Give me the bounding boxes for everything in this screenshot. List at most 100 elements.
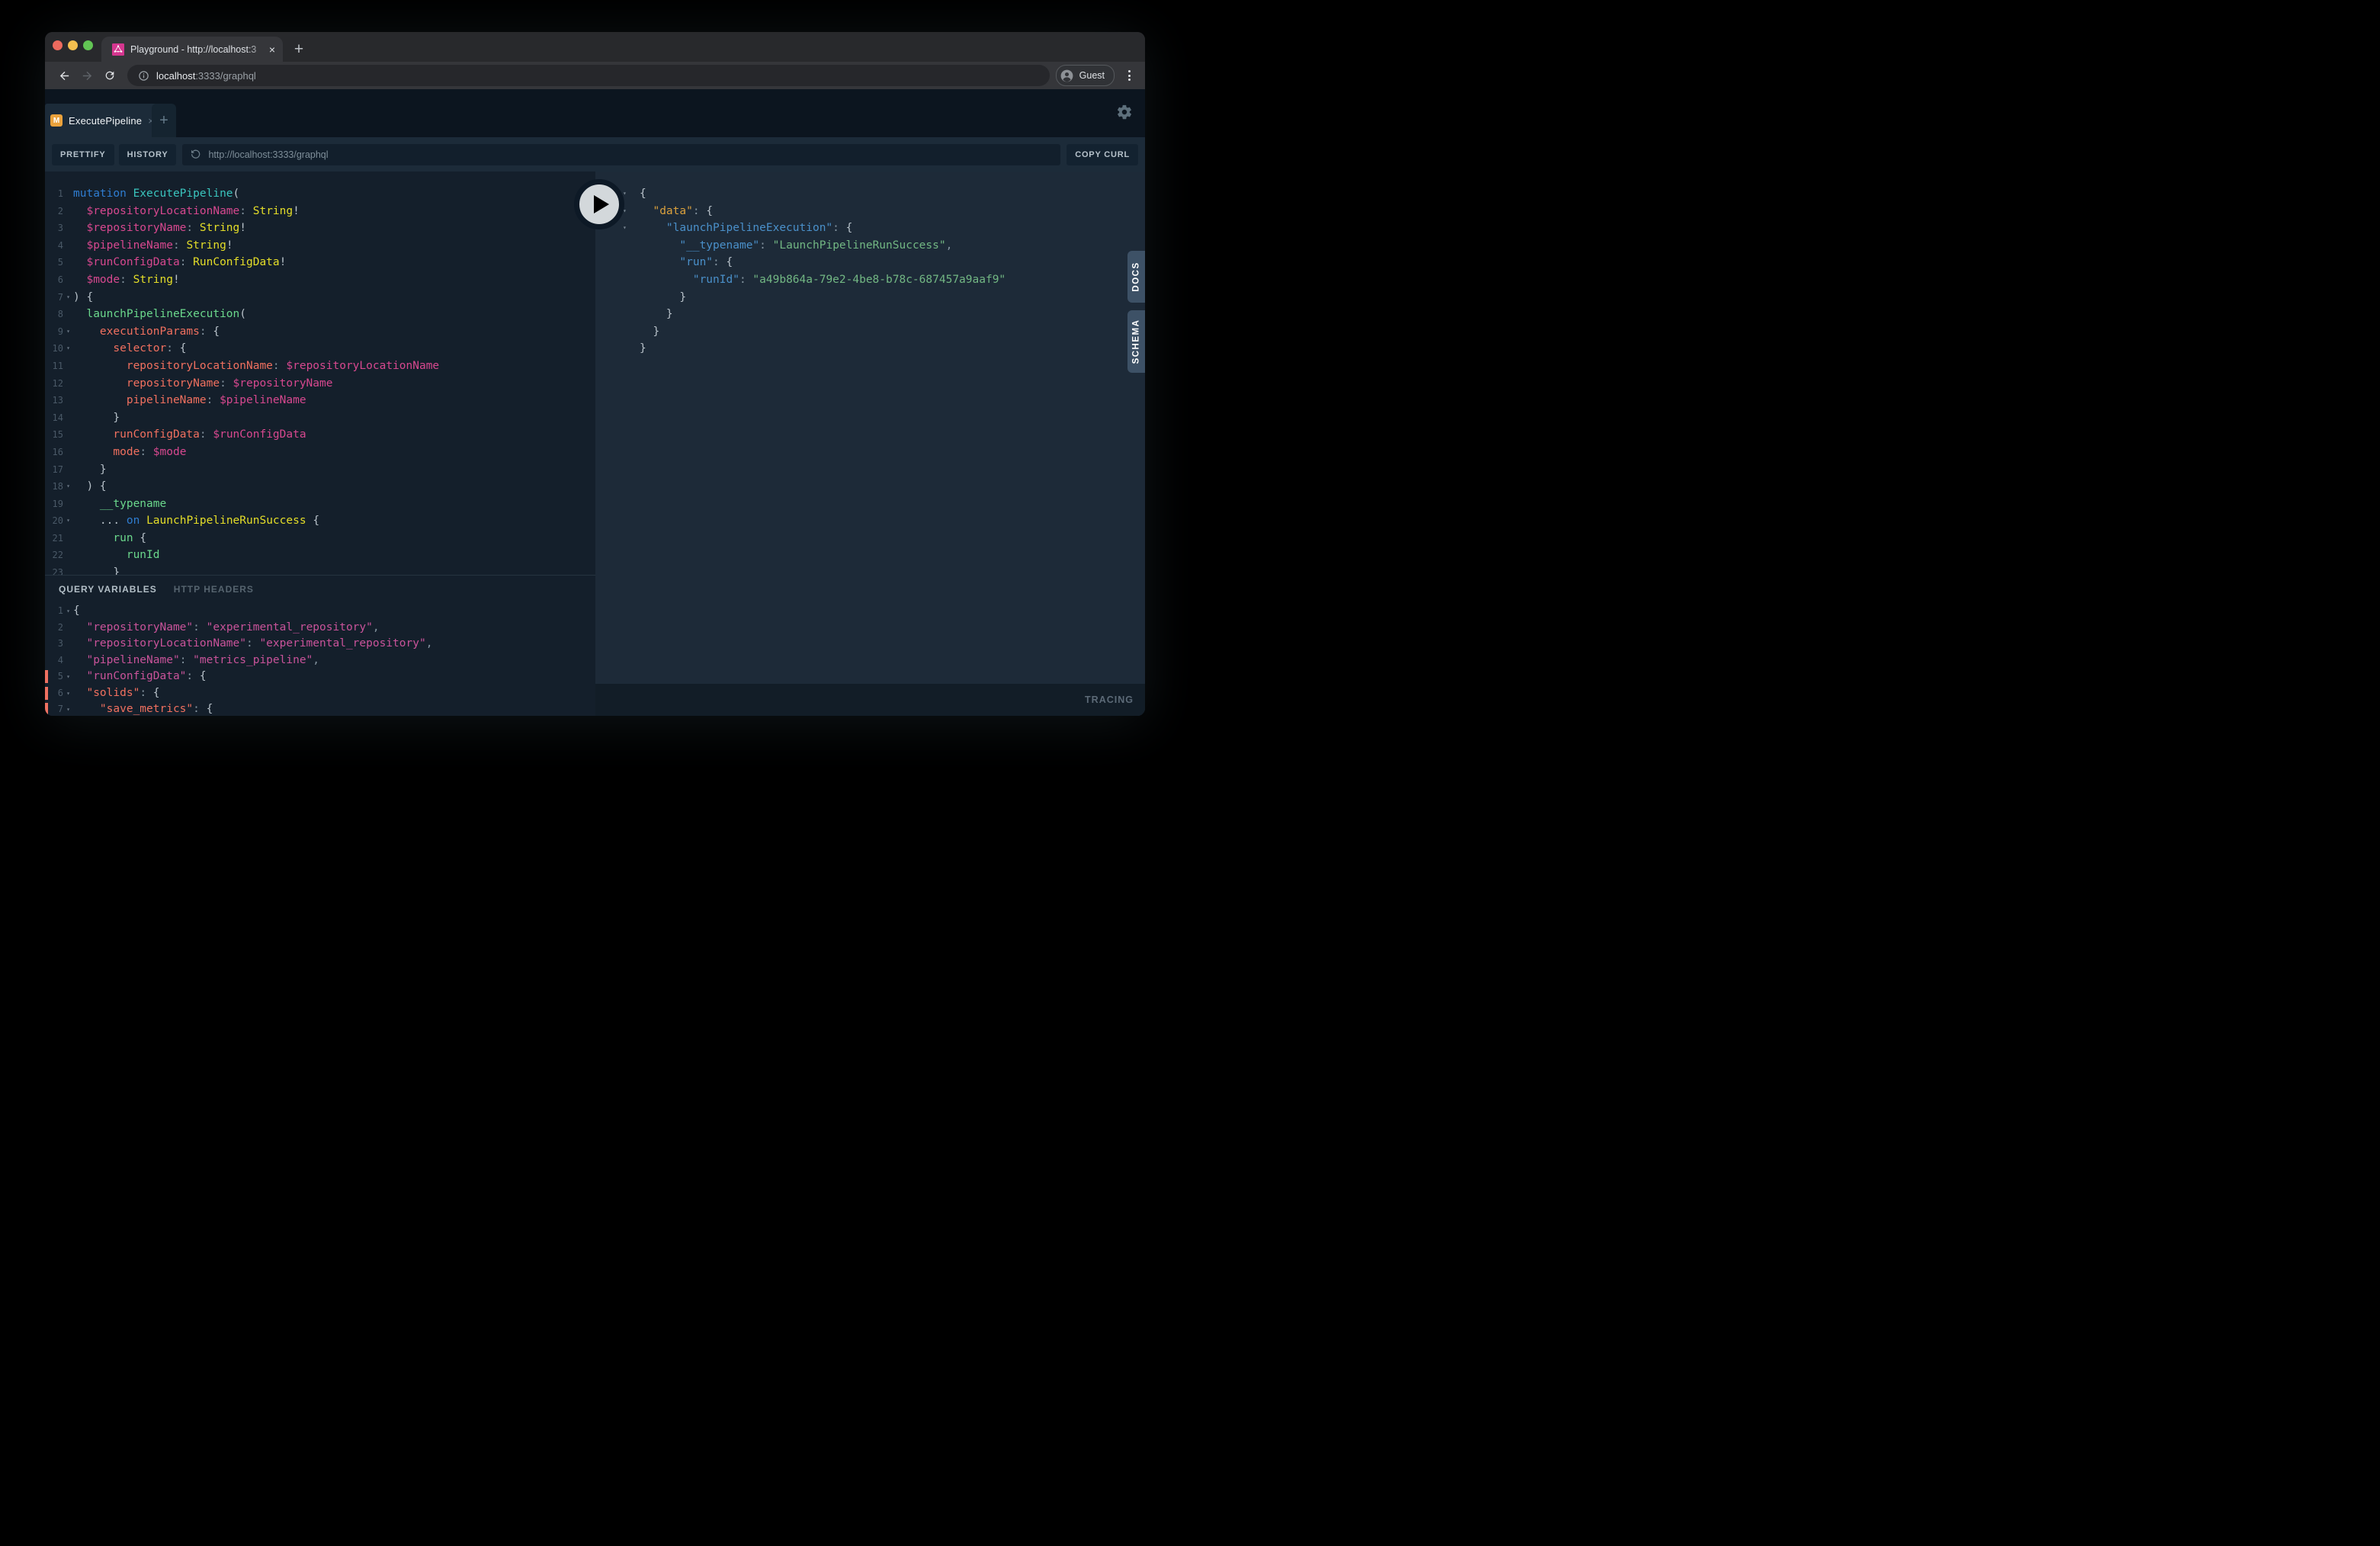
browser-menu-icon[interactable] — [1121, 70, 1137, 81]
playground-tab-executepipeline[interactable]: M ExecutePipeline × — [45, 104, 162, 137]
fold-arrow-icon[interactable]: ▾ — [63, 701, 73, 716]
line-number: 23 — [45, 564, 63, 575]
tab-http-headers[interactable]: HTTP HEADERS — [174, 584, 254, 595]
browser-tab-title: Playground - http://localhost:3 — [130, 44, 268, 55]
fold-gutter — [623, 306, 640, 323]
code-line: 4 "pipelineName": "metrics_pipeline", — [45, 653, 595, 669]
replay-icon — [190, 149, 201, 160]
url-bar[interactable]: localhost:3333/graphql — [127, 65, 1050, 86]
fold-gutter — [63, 547, 73, 564]
fold-gutter — [63, 203, 73, 220]
code-line: 1mutation ExecutePipeline( — [45, 185, 595, 203]
variables-editor[interactable]: 1▾{2 "repositoryName": "experimental_rep… — [45, 595, 595, 716]
close-window-button[interactable] — [53, 40, 63, 50]
line-number: 7 — [45, 289, 63, 306]
fold-gutter — [63, 444, 73, 461]
fold-arrow-icon[interactable]: ▾ — [623, 203, 640, 220]
minimize-window-button[interactable] — [68, 40, 78, 50]
code-line: "__typename": "LaunchPipelineRunSuccess"… — [595, 237, 1145, 255]
line-number: 21 — [45, 530, 63, 547]
line-number: 18 — [45, 478, 63, 496]
line-number: 15 — [45, 426, 63, 444]
code-line: "runId": "a49b864a-79e2-4be8-b78c-687457… — [595, 271, 1145, 289]
endpoint-url: http://localhost:3333/graphql — [208, 149, 328, 160]
fold-arrow-icon[interactable]: ▾ — [63, 323, 73, 341]
code-line: ▾{ — [595, 185, 1145, 203]
tracing-bar[interactable]: TRACING — [595, 684, 1145, 716]
query-editor[interactable]: 1mutation ExecutePipeline(2 $repositoryL… — [45, 172, 595, 575]
fold-arrow-icon[interactable]: ▾ — [63, 685, 73, 702]
fold-arrow-icon[interactable]: ▾ — [63, 669, 73, 685]
fold-gutter — [63, 636, 73, 653]
line-number: 20 — [45, 512, 63, 530]
code-line: } — [595, 289, 1145, 306]
profile-button[interactable]: Guest — [1056, 65, 1115, 86]
line-number: 22 — [45, 547, 63, 564]
code-line: 19 __typename — [45, 496, 595, 513]
playground-main: 1mutation ExecutePipeline(2 $repositoryL… — [45, 172, 1145, 716]
settings-gear-icon[interactable] — [1116, 104, 1133, 120]
history-button[interactable]: HISTORY — [119, 144, 177, 165]
reload-icon[interactable] — [98, 65, 121, 86]
fold-gutter — [63, 271, 73, 289]
mutation-badge: M — [50, 114, 63, 127]
fold-gutter — [63, 564, 73, 575]
response-pane: ▾{▾ "data": {▾ "launchPipelineExecution"… — [595, 172, 1145, 716]
code-line: 16 mode: $mode — [45, 444, 595, 461]
browser-tab-close-icon[interactable]: × — [268, 44, 277, 55]
playground-tab-title: ExecutePipeline — [69, 115, 142, 127]
playground-toolbar: PRETTIFY HISTORY http://localhost:3333/g… — [45, 137, 1145, 172]
code-line: } — [595, 323, 1145, 341]
line-number: 11 — [45, 358, 63, 375]
line-number: 2 — [45, 203, 63, 220]
line-number: 1 — [45, 603, 63, 620]
response-viewer: ▾{▾ "data": {▾ "launchPipelineExecution"… — [595, 172, 1145, 358]
fold-gutter — [623, 237, 640, 255]
zoom-window-button[interactable] — [83, 40, 93, 50]
execute-play-button[interactable] — [574, 179, 624, 229]
line-number: 14 — [45, 409, 63, 427]
variables-tabbar: QUERY VARIABLES HTTP HEADERS — [45, 576, 595, 595]
copy-curl-button[interactable]: COPY CURL — [1067, 144, 1138, 165]
fold-gutter — [63, 653, 73, 669]
forward-icon[interactable] — [75, 65, 98, 86]
code-line: 5▾ "runConfigData": { — [45, 669, 595, 685]
code-line: 18▾ ) { — [45, 478, 595, 496]
playground-new-tab-button[interactable]: + — [152, 104, 176, 137]
fold-arrow-icon[interactable]: ▾ — [63, 289, 73, 306]
play-icon — [594, 195, 609, 213]
tab-query-variables[interactable]: QUERY VARIABLES — [59, 584, 157, 595]
back-icon[interactable] — [53, 65, 75, 86]
fold-arrow-icon[interactable]: ▾ — [623, 185, 640, 203]
new-browser-tab-button[interactable]: + — [286, 37, 312, 62]
fold-gutter — [623, 254, 640, 271]
playground-tabbar: M ExecutePipeline × + — [45, 89, 1145, 137]
browser-tab[interactable]: Playground - http://localhost:3 × — [101, 37, 283, 62]
line-number: 4 — [45, 653, 63, 669]
code-line: 23 } — [45, 564, 595, 575]
code-line: 2 $repositoryLocationName: String! — [45, 203, 595, 220]
line-number: 17 — [45, 461, 63, 479]
code-line: 17 } — [45, 461, 595, 479]
url-text: localhost:3333/graphql — [156, 70, 256, 82]
schema-side-tab[interactable]: SCHEMA — [1127, 310, 1145, 373]
prettify-button[interactable]: PRETTIFY — [52, 144, 114, 165]
fold-arrow-icon[interactable]: ▾ — [63, 512, 73, 530]
fold-gutter — [623, 271, 640, 289]
endpoint-input[interactable]: http://localhost:3333/graphql — [182, 144, 1060, 165]
code-line: 9▾ executionParams: { — [45, 323, 595, 341]
site-info-icon[interactable] — [138, 70, 149, 82]
fold-arrow-icon[interactable]: ▾ — [63, 478, 73, 496]
fold-arrow-icon[interactable]: ▾ — [623, 220, 640, 237]
fold-arrow-icon[interactable]: ▾ — [63, 603, 73, 620]
line-number: 3 — [45, 220, 63, 237]
query-variables-panel: QUERY VARIABLES HTTP HEADERS 1▾{2 "repos… — [45, 575, 595, 716]
fold-arrow-icon[interactable]: ▾ — [63, 340, 73, 358]
code-line: 12 repositoryName: $repositoryName — [45, 375, 595, 393]
line-number: 5 — [45, 254, 63, 271]
fold-gutter — [63, 220, 73, 237]
code-line: 1▾{ — [45, 603, 595, 620]
docs-side-tab[interactable]: DOCS — [1127, 251, 1145, 303]
code-line: 6 $mode: String! — [45, 271, 595, 289]
code-line: 20▾ ... on LaunchPipelineRunSuccess { — [45, 512, 595, 530]
